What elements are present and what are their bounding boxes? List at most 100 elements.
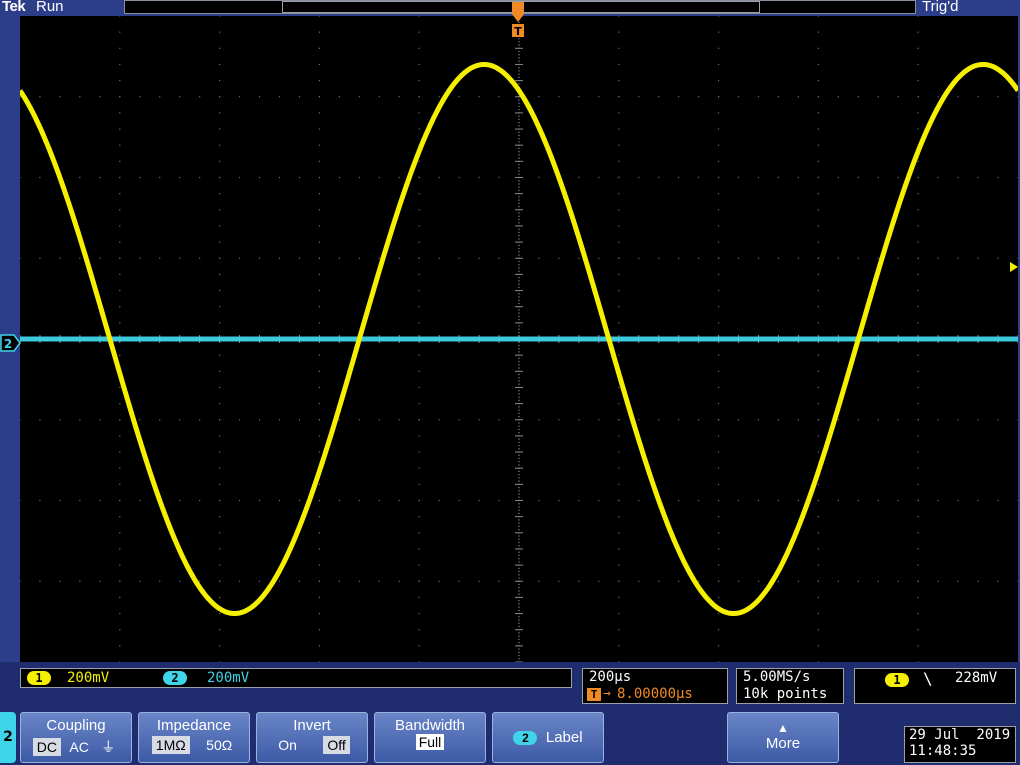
center-axis-dot — [518, 267, 520, 269]
center-axis-dot — [518, 632, 520, 634]
grid-dot — [59, 96, 61, 98]
center-axis-dot — [518, 480, 520, 482]
grid-dot — [538, 580, 540, 582]
grid-dot — [678, 96, 680, 98]
center-axis-dot — [518, 412, 520, 414]
center-axis-dot — [518, 651, 520, 653]
grid-dot — [957, 499, 959, 502]
center-axis-dot — [518, 428, 520, 431]
center-axis-dot — [518, 54, 520, 56]
bandwidth-button[interactable]: Bandwidth Full — [374, 712, 486, 763]
ch2-ground-marker[interactable]: 2 — [0, 334, 22, 352]
grid-dot — [957, 176, 959, 179]
more-button[interactable]: ▲ More — [727, 712, 839, 763]
grid-dot — [398, 257, 400, 259]
grid-dot — [418, 435, 420, 437]
grid-dot — [438, 257, 440, 259]
grid-dot — [318, 144, 320, 146]
grid-dot — [79, 96, 81, 98]
grid-dot — [318, 419, 320, 421]
center-axis-dot — [518, 344, 520, 347]
trigger-position-icon[interactable]: T — [508, 0, 528, 40]
label-button[interactable]: 2 Label — [492, 712, 604, 763]
grid-dot — [777, 176, 780, 179]
coupling-dc[interactable]: DC — [32, 738, 61, 756]
grid-dot — [678, 419, 680, 421]
center-axis-dot — [518, 222, 520, 224]
center-axis-dot — [518, 377, 520, 379]
center-axis-dot — [518, 328, 520, 330]
grid-dot — [418, 160, 420, 162]
center-axis-dot — [518, 396, 520, 398]
grid-dot — [718, 645, 720, 647]
invert-off[interactable]: Off — [323, 736, 350, 754]
grid-dot — [238, 419, 241, 421]
grid-dot — [1017, 96, 1018, 98]
grid-dot — [378, 257, 380, 259]
grid-dot — [638, 580, 640, 582]
center-axis-dot — [518, 202, 520, 204]
acquisition-readout[interactable]: 5.00MS/s 10k points — [736, 668, 844, 704]
coupling-button[interactable]: Coupling DC AC ⏚ — [20, 712, 132, 763]
grid-dot — [219, 16, 221, 17]
center-axis-dot — [518, 551, 520, 553]
center-axis-dot — [518, 561, 520, 563]
grid-dot — [418, 451, 420, 453]
grid-dot — [618, 160, 620, 162]
grid-dot — [538, 96, 540, 98]
grid-dot — [498, 499, 500, 502]
date-time-readout[interactable]: 29 Jul 2019 11:48:35 — [904, 726, 1016, 763]
grid-dot — [718, 435, 720, 437]
coupling-ac[interactable]: AC — [65, 738, 92, 756]
grid-dot — [219, 467, 221, 469]
center-axis-dot — [518, 183, 520, 185]
center-axis-dot — [518, 457, 520, 460]
invert-title: Invert — [293, 717, 331, 734]
grid-dot — [618, 31, 620, 33]
grid-dot — [817, 176, 819, 179]
coupling-ground-icon[interactable]: ⏚ — [97, 736, 119, 758]
grid-dot — [219, 225, 221, 227]
grid-dot — [458, 499, 460, 502]
invert-on[interactable]: On — [274, 736, 301, 754]
grid-dot — [219, 370, 221, 372]
grid-dot — [39, 499, 41, 502]
center-axis-dot — [518, 438, 520, 440]
grid-dot — [478, 257, 480, 259]
impedance-50[interactable]: 50Ω — [202, 736, 236, 754]
center-axis-dot — [518, 593, 520, 595]
center-axis-dot — [518, 44, 520, 46]
grid-dot — [917, 403, 919, 405]
grid-dot — [618, 273, 620, 275]
grid-dot — [598, 419, 600, 421]
grid-dot — [219, 483, 221, 485]
grid-dot — [817, 370, 819, 372]
vertical-scale-readout[interactable]: 1 200mV 2 200mV — [20, 668, 572, 688]
menu-channel-tab[interactable]: 2 — [0, 712, 16, 763]
grid-dot — [817, 16, 819, 17]
invert-button[interactable]: Invert On Off — [256, 712, 368, 763]
center-axis-dot — [518, 247, 520, 250]
grid-dot — [20, 580, 21, 582]
impedance-button[interactable]: Impedance 1MΩ 50Ω — [138, 712, 250, 763]
grid-dot — [718, 193, 720, 195]
impedance-1m[interactable]: 1MΩ — [151, 736, 190, 754]
grid-dot — [737, 176, 740, 179]
grid-dot — [897, 499, 899, 502]
grid-dot — [318, 128, 320, 130]
grid-dot — [718, 499, 720, 502]
trigger-readout[interactable]: 1 \ 228mV — [854, 668, 1016, 704]
bandwidth-title: Bandwidth — [394, 717, 466, 734]
center-axis-dot — [518, 545, 520, 547]
grid-dot — [618, 241, 620, 243]
grid-dot — [219, 596, 221, 598]
grid-dot — [418, 532, 420, 534]
grid-dot — [338, 257, 340, 259]
center-axis-dot — [518, 218, 520, 221]
center-axis-dot — [518, 512, 520, 515]
center-axis-dot — [518, 70, 520, 72]
grid-dot — [837, 580, 839, 582]
ch1-trigger-level-marker[interactable] — [1006, 260, 1020, 274]
timebase-readout[interactable]: 200µs T → 8.00000µs — [582, 668, 728, 704]
sample-rate: 5.00MS/s — [743, 669, 811, 685]
